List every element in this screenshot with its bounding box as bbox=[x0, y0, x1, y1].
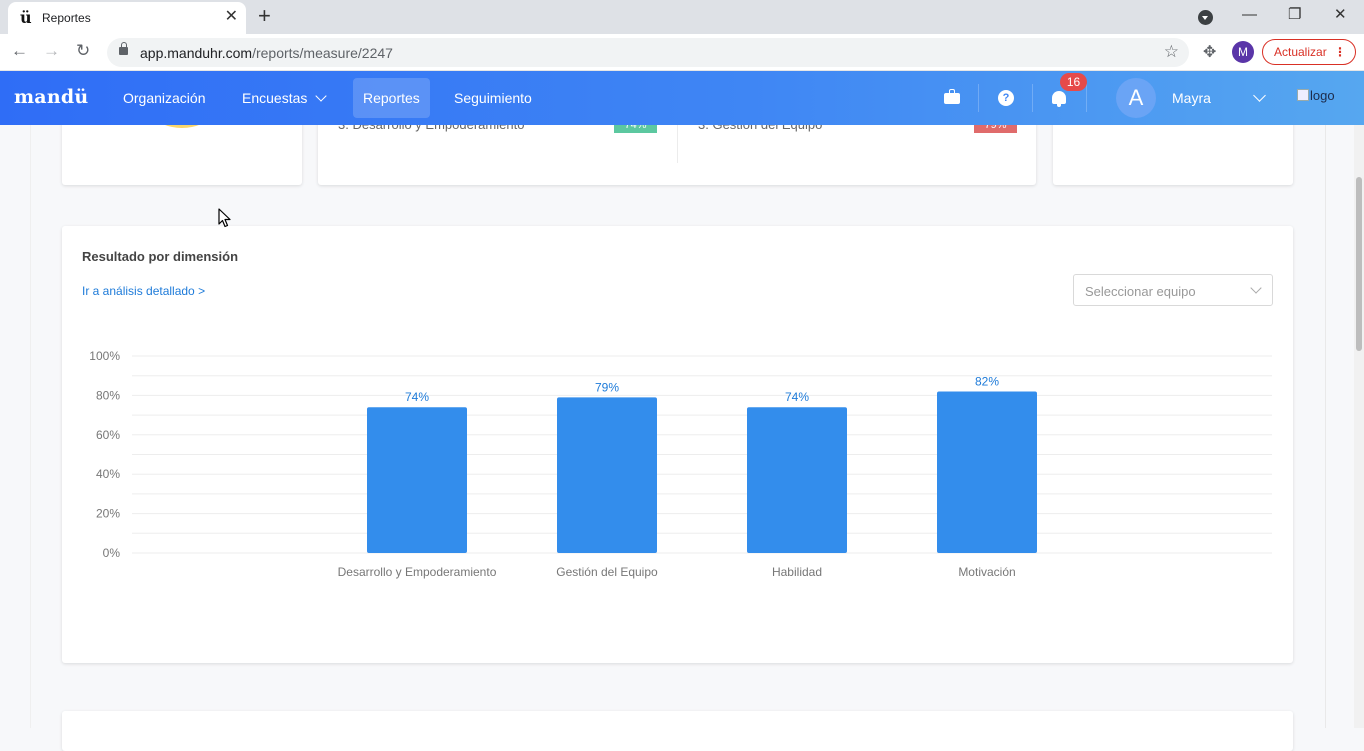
nav-encuestas[interactable]: Encuestas bbox=[232, 78, 335, 118]
chart-bars bbox=[367, 391, 1037, 553]
logo-alt-text: logo bbox=[1310, 88, 1335, 103]
mouse-cursor-icon bbox=[218, 208, 231, 228]
y-tick-label: 100% bbox=[89, 349, 120, 363]
chart-gridlines bbox=[132, 355, 1272, 554]
company-logo: logo bbox=[1297, 88, 1335, 103]
x-tick-label: Habilidad bbox=[772, 565, 822, 579]
nav-separator bbox=[1032, 84, 1033, 112]
user-avatar[interactable]: A bbox=[1116, 78, 1156, 118]
help-icon[interactable]: ? bbox=[998, 90, 1014, 106]
y-tick-label: 40% bbox=[96, 467, 120, 481]
y-tick-label: 0% bbox=[103, 546, 121, 560]
y-tick-label: 20% bbox=[96, 507, 120, 521]
x-tick-label: Gestión del Equipo bbox=[556, 565, 658, 579]
scrollbar-thumb[interactable] bbox=[1356, 177, 1362, 351]
broken-image-icon bbox=[1297, 89, 1309, 101]
chart-data-labels: 74% 79% 74% 82% bbox=[405, 374, 999, 404]
chart-x-ticks: Desarrollo y Empoderamiento Gestión del E… bbox=[338, 565, 1016, 579]
nav-separator bbox=[1086, 84, 1087, 112]
chevron-down-icon bbox=[315, 90, 328, 102]
user-name[interactable]: Mayra bbox=[1172, 90, 1211, 106]
y-tick-label: 60% bbox=[96, 428, 120, 442]
x-tick-label: Motivación bbox=[958, 565, 1015, 579]
page-scrollbar[interactable] bbox=[1354, 125, 1364, 728]
bar[interactable] bbox=[557, 397, 657, 553]
bar-data-label: 74% bbox=[405, 390, 429, 404]
bar[interactable] bbox=[747, 407, 847, 553]
bar-data-label: 74% bbox=[785, 390, 809, 404]
brand-logo[interactable]: mandü bbox=[14, 86, 88, 108]
nav-seguimiento[interactable]: Seguimiento bbox=[444, 78, 542, 118]
nav-separator bbox=[978, 84, 979, 112]
x-tick-label: Desarrollo y Empoderamiento bbox=[338, 565, 497, 579]
bell-icon[interactable] bbox=[1052, 91, 1066, 107]
y-tick-label: 80% bbox=[96, 388, 120, 402]
bar-data-label: 82% bbox=[975, 374, 999, 388]
nav-reportes[interactable]: Reportes bbox=[353, 78, 430, 118]
app-navbar: mandü Organización Encuestas Reportes Se… bbox=[0, 71, 1364, 125]
bar[interactable] bbox=[367, 407, 467, 553]
bar-data-label: 79% bbox=[595, 380, 619, 394]
chart-y-ticks: 0% 20% 40% 60% 80% 100% bbox=[89, 349, 120, 560]
briefcase-icon[interactable] bbox=[944, 89, 960, 104]
nav-organizacion[interactable]: Organización bbox=[113, 78, 216, 118]
notifications-badge[interactable]: 16 bbox=[1060, 73, 1087, 91]
nav-encuestas-label: Encuestas bbox=[242, 90, 308, 106]
bar[interactable] bbox=[937, 391, 1037, 553]
